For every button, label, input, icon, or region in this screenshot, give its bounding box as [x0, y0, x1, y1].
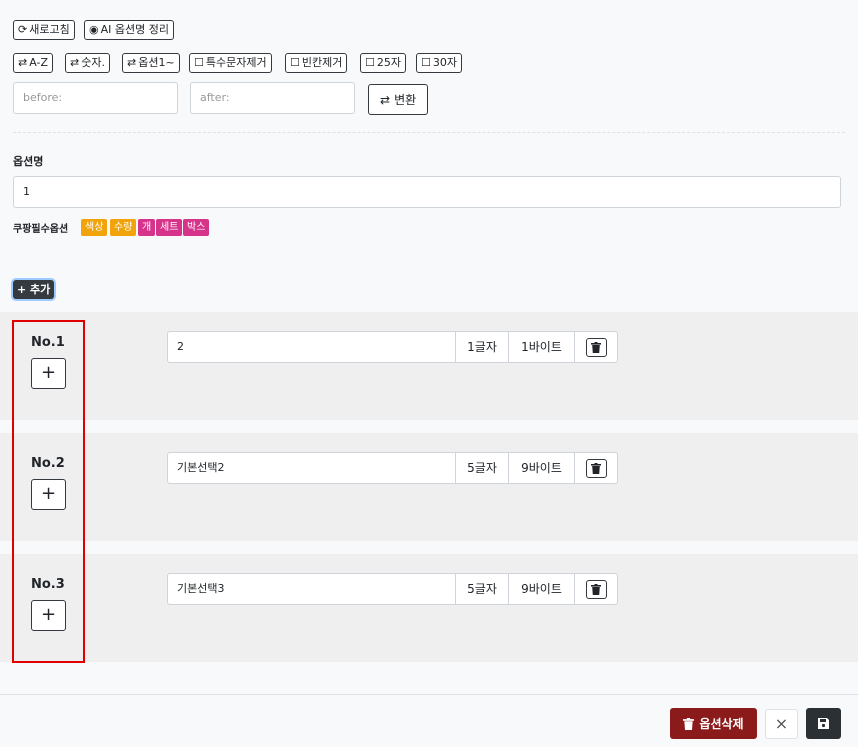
checkbox-icon: ☐: [194, 56, 204, 69]
close-button[interactable]: ×: [765, 709, 798, 739]
swap-icon: ⇄: [380, 92, 391, 107]
byte-count: 1바이트: [508, 331, 575, 363]
limit-25-button[interactable]: ☐ 25자: [360, 53, 406, 73]
option-name-label: 옵션명: [13, 155, 44, 168]
limit-30-label: 30자: [432, 56, 457, 69]
option-name-value: 1: [23, 185, 30, 198]
after-placeholder: after:: [200, 91, 230, 104]
option-value-input[interactable]: 기본선택3: [167, 573, 456, 605]
char-count: 1글자: [455, 331, 509, 363]
sort-number-button[interactable]: ⇄ 숫자.: [65, 53, 110, 73]
remove-spaces-button[interactable]: ☐ 빈칸제거: [285, 53, 348, 73]
option-name-input[interactable]: 1: [13, 176, 841, 208]
option-value-input[interactable]: 2: [167, 331, 456, 363]
delete-cell: [574, 452, 618, 484]
section-divider: [13, 132, 845, 133]
refresh-label: 새로고침: [29, 23, 70, 36]
trash-icon: [683, 717, 695, 730]
convert-label: 변환: [394, 92, 417, 107]
sort-az-label: A-Z: [29, 56, 49, 69]
tag-quantity[interactable]: 수량: [110, 219, 137, 236]
trash-icon: [591, 341, 601, 353]
tag-set[interactable]: 세트: [156, 219, 183, 236]
coupang-required-label: 쿠팡필수옵션: [13, 224, 69, 235]
delete-cell: [574, 573, 618, 605]
delete-row-button[interactable]: [585, 458, 607, 478]
save-button[interactable]: [806, 708, 841, 739]
char-count: 5글자: [455, 573, 509, 605]
checkbox-icon: ☐: [365, 56, 375, 69]
option-value-input[interactable]: 기본선택2: [167, 452, 456, 484]
close-icon: ×: [774, 714, 789, 733]
trash-icon: [591, 583, 601, 595]
tag-count[interactable]: 개: [138, 219, 156, 236]
limit-25-label: 25자: [376, 56, 401, 69]
highlight-box: [12, 320, 85, 663]
sort-az-button[interactable]: ⇄ A-Z: [13, 53, 54, 73]
option-row: [0, 554, 858, 662]
delete-cell: [574, 331, 618, 363]
ai-option-cleanup-button[interactable]: ◉ AI 옵션명 정리: [84, 20, 174, 40]
sort-number-label: 숫자.: [81, 56, 105, 69]
tag-box[interactable]: 박스: [183, 219, 210, 236]
before-input[interactable]: before:: [13, 82, 178, 114]
refresh-icon: ⟳: [18, 23, 28, 36]
sort-option-button[interactable]: ⇄ 옵션1~: [122, 53, 180, 73]
delete-row-button[interactable]: [585, 337, 607, 357]
limit-30-button[interactable]: ☐ 30자: [416, 53, 462, 73]
add-button[interactable]: + 추가: [13, 280, 55, 299]
swap-icon: ⇄: [127, 56, 137, 69]
option-row: [0, 433, 858, 541]
trash-icon: [591, 462, 601, 474]
sort-option-label: 옵션1~: [138, 56, 175, 69]
save-icon: [818, 718, 829, 729]
footer-divider: [0, 694, 858, 695]
swap-icon: ⇄: [70, 56, 80, 69]
remove-special-label: 특수문자제거: [205, 56, 267, 69]
checkbox-icon: ☐: [421, 56, 431, 69]
after-input[interactable]: after:: [190, 82, 355, 114]
byte-count: 9바이트: [508, 573, 575, 605]
remove-special-chars-button[interactable]: ☐ 특수문자제거: [189, 53, 272, 73]
remove-spaces-label: 빈칸제거: [301, 56, 343, 69]
checkbox-icon: ☐: [290, 56, 300, 69]
ai-label: AI 옵션명 정리: [100, 23, 169, 36]
char-count: 5글자: [455, 452, 509, 484]
before-placeholder: before:: [23, 91, 63, 104]
tag-color[interactable]: 색상: [81, 219, 108, 236]
ai-icon: ◉: [89, 23, 99, 36]
delete-option-button[interactable]: 옵션삭제: [670, 708, 757, 739]
refresh-button[interactable]: ⟳ 새로고침: [13, 20, 75, 40]
delete-option-label: 옵션삭제: [699, 717, 744, 731]
swap-icon: ⇄: [18, 56, 28, 69]
option-row: [0, 312, 858, 420]
convert-button[interactable]: ⇄ 변환: [368, 84, 429, 115]
delete-row-button[interactable]: [585, 579, 607, 599]
byte-count: 9바이트: [508, 452, 575, 484]
